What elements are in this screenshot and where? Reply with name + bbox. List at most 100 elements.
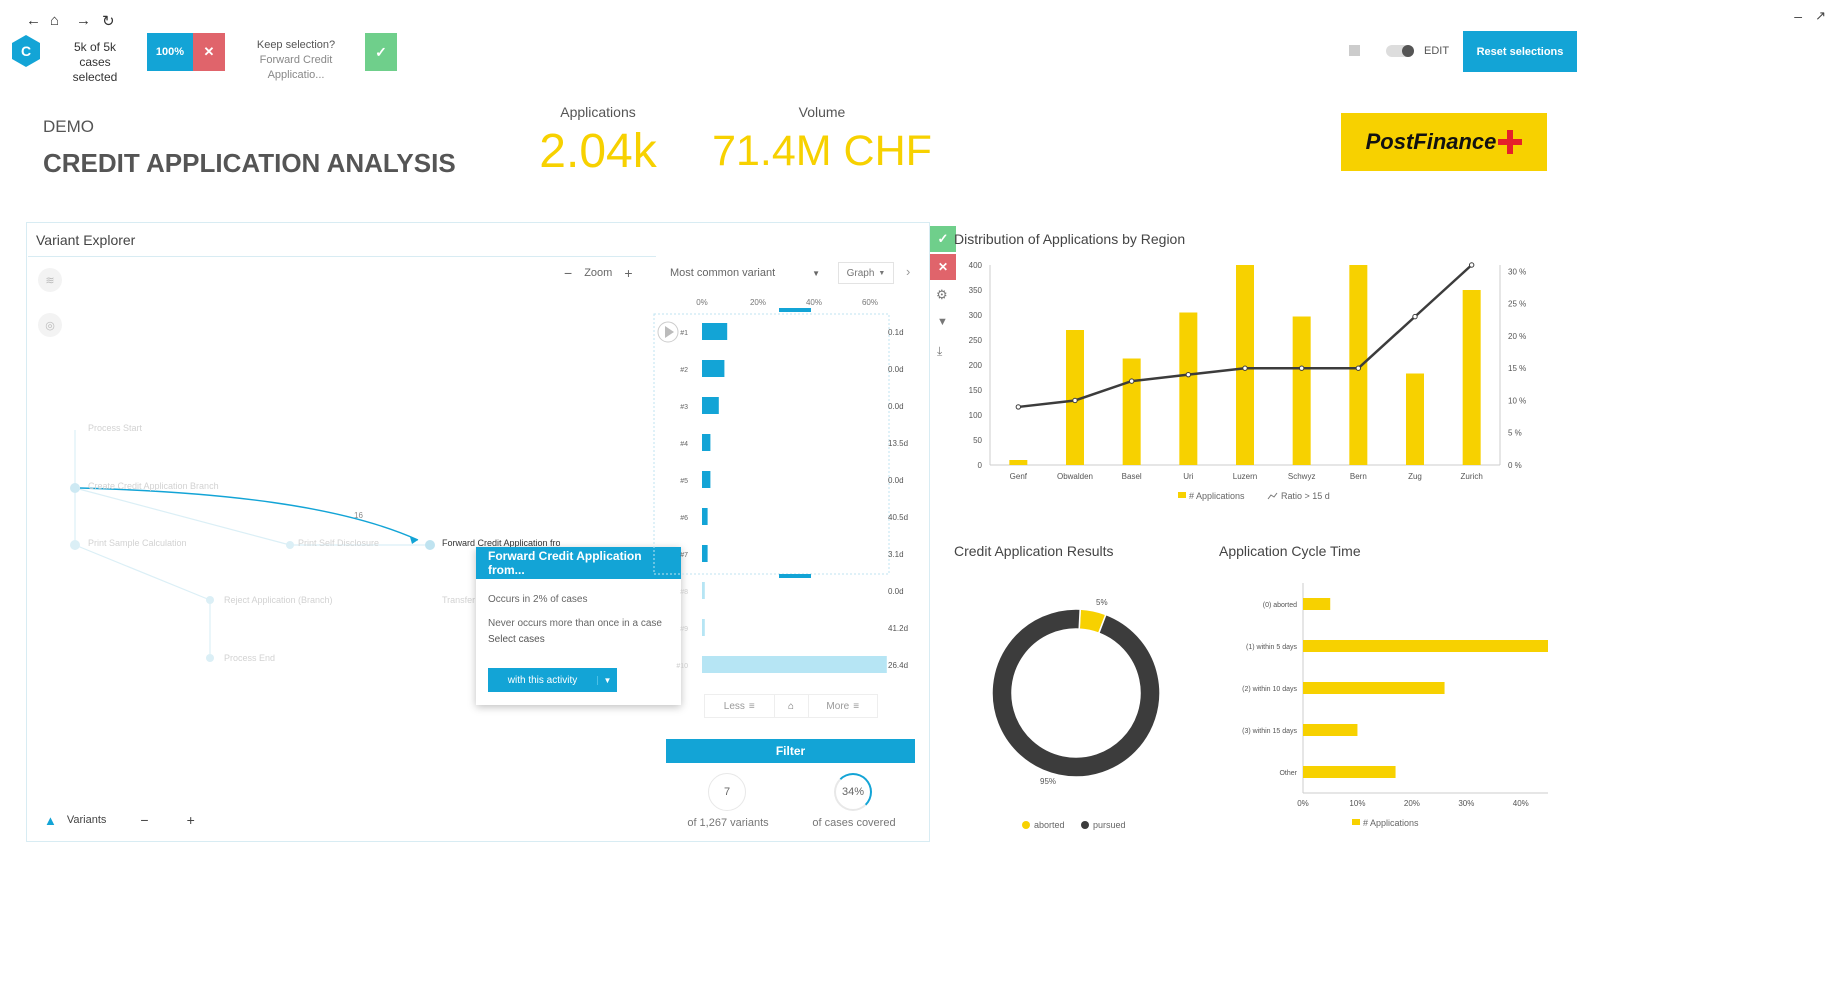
variant-bar[interactable] <box>702 397 719 414</box>
arrow-left-icon[interactable]: ← <box>26 12 41 29</box>
region-bar[interactable] <box>1406 373 1424 466</box>
more-button[interactable]: More ≡ <box>809 695 878 717</box>
variant-row-duration: 40.5d <box>888 513 908 522</box>
square-icon[interactable] <box>1349 45 1360 56</box>
results-chart[interactable]: 5% 95% aborted pursued <box>960 580 1200 835</box>
variant-row-duration: 0.0d <box>888 476 904 485</box>
graph-mode-label: Graph <box>846 267 875 279</box>
ratio-point[interactable] <box>1242 365 1248 371</box>
variants-plus-icon[interactable]: + <box>187 812 195 828</box>
variant-bar[interactable] <box>702 434 711 451</box>
variants-minus-icon[interactable]: − <box>140 812 148 828</box>
graph-node-label: Create Credit Application Branch <box>88 481 219 491</box>
confirm-icon[interactable]: ✓ <box>930 226 956 252</box>
reset-selections-button[interactable]: Reset selections <box>1463 31 1577 72</box>
variant-row-id: #4 <box>680 441 688 448</box>
region-bar[interactable] <box>1349 265 1368 465</box>
kpi-label: Volume <box>798 104 846 120</box>
variant-bar[interactable] <box>702 323 728 340</box>
ratio-point[interactable] <box>1015 404 1022 410</box>
region-chart[interactable]: 0 50 100 150 200 250 300 350 400 0 % 5 % 10 % 15 % 20… <box>950 255 1550 510</box>
variant-bar-list[interactable]: 0% 20% 40% 60% #1 0.1d #2 0.0d #3 0.0d #4 13.5d #5 0.… <box>652 290 922 690</box>
cycle-bar[interactable] <box>1303 724 1358 736</box>
graph-node-label: Transfer <box>442 595 475 605</box>
region-bar[interactable] <box>1462 290 1481 465</box>
ratio-point[interactable] <box>1185 371 1192 378</box>
selection-count: 5k of 5k cases selected <box>58 40 132 85</box>
popup-repeat: Never occurs more than once in a case <box>488 618 662 629</box>
filter-button[interactable]: Filter <box>666 739 915 763</box>
results-chart-title: Credit Application Results <box>954 543 1114 559</box>
confirm-selection-button[interactable]: ✓ <box>365 33 397 71</box>
y-tick-label: (1) within 5 days <box>1246 644 1297 651</box>
ratio-point[interactable] <box>1072 397 1078 404</box>
ratio-point[interactable] <box>1355 365 1362 371</box>
more-label: More <box>826 700 850 712</box>
variant-bar[interactable] <box>702 545 708 562</box>
variants-footer: ▲ Variants − + <box>44 812 195 828</box>
region-bar[interactable] <box>1009 460 1028 465</box>
cycle-bar[interactable] <box>1303 682 1445 694</box>
ratio-point[interactable] <box>1298 365 1305 371</box>
y-tick-label: 350 <box>969 286 983 295</box>
ratio-point[interactable] <box>1468 262 1475 268</box>
chevron-down-icon[interactable]: ▼ <box>597 675 617 685</box>
coverage-text: of cases covered <box>812 817 896 829</box>
legend-label: # Applications <box>1363 818 1419 828</box>
variant-dropdown[interactable]: Most common variant ▼ <box>662 262 828 284</box>
variant-bar[interactable] <box>702 360 725 377</box>
cycle-bar[interactable] <box>1303 766 1396 778</box>
refresh-icon[interactable]: ↻ <box>102 12 115 30</box>
chevron-right-icon[interactable]: › <box>906 264 910 279</box>
region-bar[interactable] <box>1292 316 1311 466</box>
expand-icon[interactable]: ↗ <box>1815 8 1826 24</box>
variant-row-duration: 41.2d <box>888 624 908 633</box>
variant-row-id: #8 <box>680 589 688 596</box>
zoom-out-icon[interactable]: − <box>564 265 572 281</box>
clear-selection-button[interactable]: ✕ <box>193 33 225 71</box>
kpi-volume: Volume 71.4M CHF <box>710 104 934 176</box>
zoom-in-icon[interactable]: + <box>624 265 632 281</box>
region-bar[interactable] <box>1236 265 1254 465</box>
filter-icon[interactable]: ▼ <box>937 316 948 328</box>
toggle-knob <box>1402 45 1414 57</box>
variant-row-duration: 13.5d <box>888 439 908 448</box>
variant-dropdown-label: Most common variant <box>670 267 776 279</box>
ratio-point[interactable] <box>1128 378 1135 384</box>
home-icon[interactable]: ⌂ <box>50 12 59 29</box>
arrow-right-icon[interactable]: → <box>76 12 91 29</box>
variant-bar[interactable] <box>702 656 887 673</box>
selection-count-line2: cases selected <box>72 55 118 84</box>
variant-row-id: #2 <box>680 367 688 374</box>
region-bar[interactable] <box>1179 312 1198 466</box>
home-icon[interactable]: ⌂ <box>775 695 809 717</box>
variant-bar[interactable] <box>702 582 705 599</box>
variant-bar[interactable] <box>702 508 708 525</box>
layout-icon[interactable]: ≋ <box>38 268 62 292</box>
variant-bar[interactable] <box>702 619 705 636</box>
selection-percent-button[interactable]: 100% <box>147 33 193 71</box>
cycle-bar[interactable] <box>1303 640 1548 652</box>
y2-tick-label: 0 % <box>1508 461 1522 470</box>
minimize-icon[interactable]: – <box>1794 8 1802 24</box>
less-icon: ≡ <box>748 700 755 712</box>
edit-toggle[interactable] <box>1386 45 1414 57</box>
keep-selection-title: Keep selection? <box>256 39 336 51</box>
variant-bar[interactable] <box>702 471 711 488</box>
select-with-activity-label: with this activity <box>507 674 578 686</box>
select-with-activity-button[interactable]: with this activity ▼ <box>488 668 617 692</box>
ratio-point[interactable] <box>1412 313 1418 320</box>
less-button[interactable]: Less ≡ <box>705 695 775 717</box>
variant-row-id: #7 <box>680 552 688 559</box>
cycle-chart[interactable]: 0% 10% 20% 30% 40% (0) aborted (1) within 5 da… <box>1200 575 1552 837</box>
y-tick-label: 200 <box>969 361 983 370</box>
download-icon[interactable]: ⤓ <box>937 344 942 359</box>
y-tick-label: 150 <box>969 386 983 395</box>
variants-count-text: of 1,267 variants <box>687 817 769 829</box>
donut-slice[interactable] <box>991 608 1161 778</box>
gear-icon[interactable]: ⚙ <box>936 287 948 303</box>
cycle-bar[interactable] <box>1303 598 1331 610</box>
graph-mode-dropdown[interactable]: Graph ▼ <box>838 262 894 284</box>
visibility-icon[interactable]: ◎ <box>38 313 62 337</box>
region-bar[interactable] <box>1122 358 1141 466</box>
